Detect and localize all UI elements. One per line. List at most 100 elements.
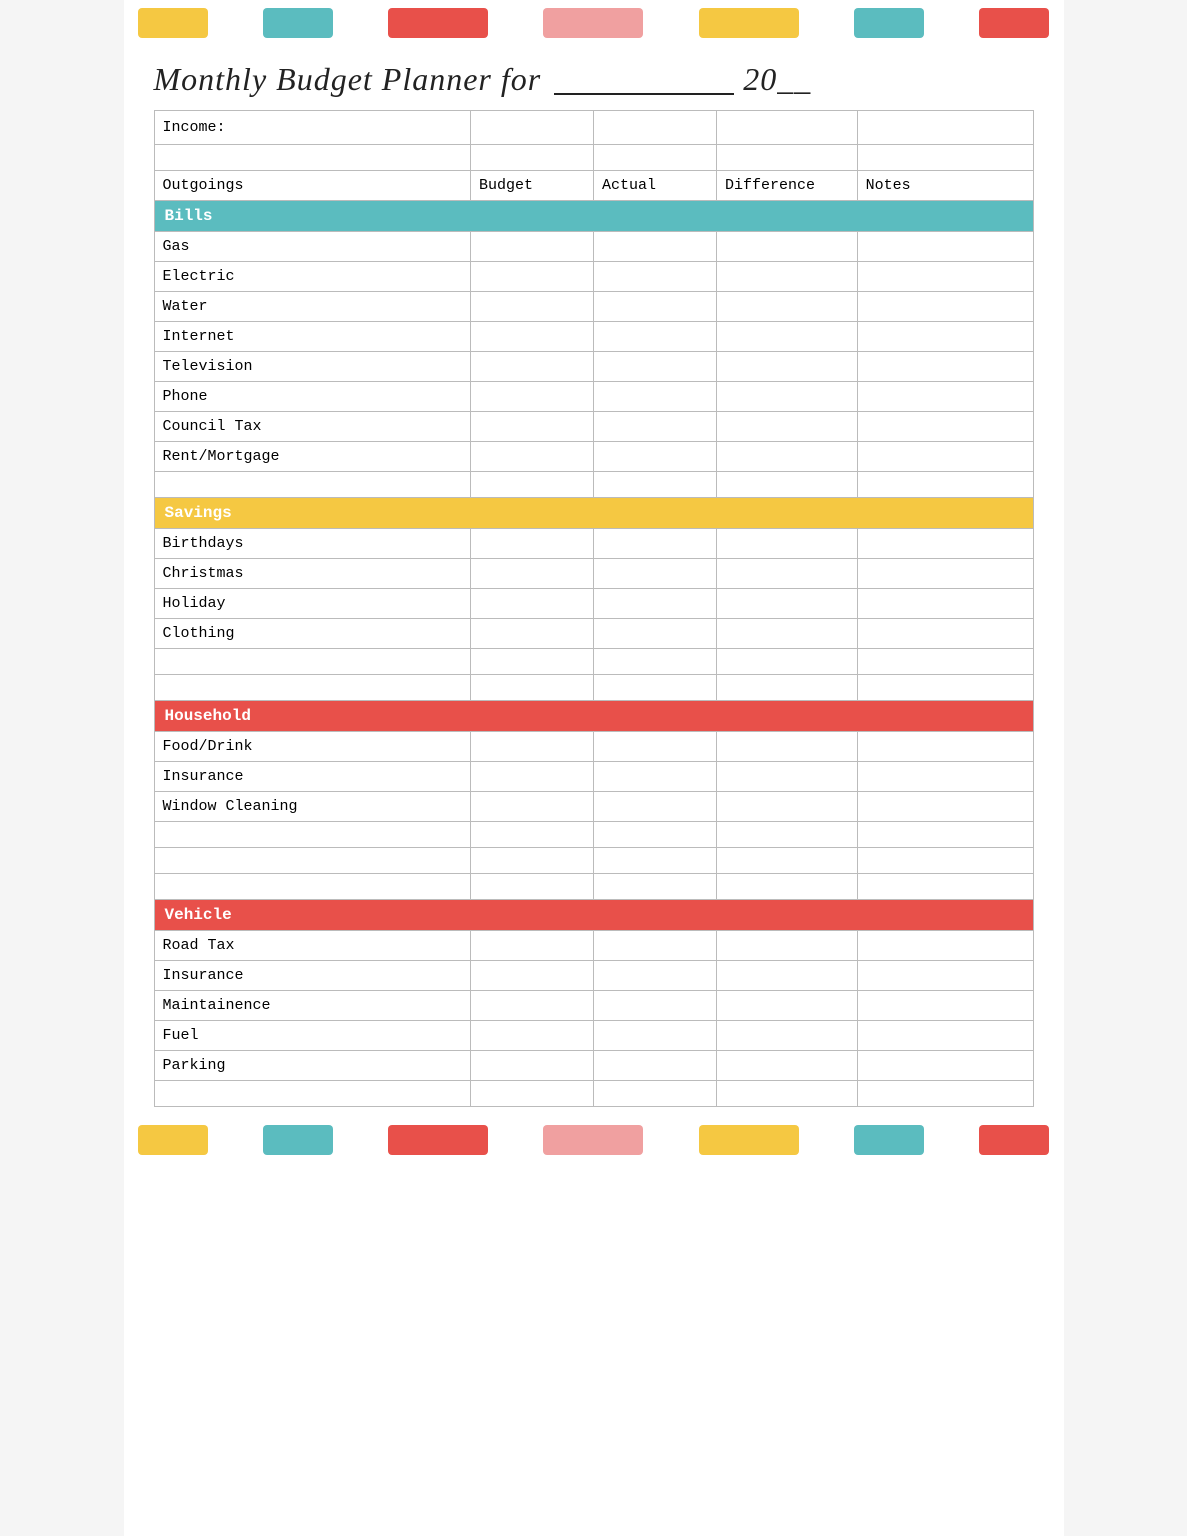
vehicle-insurance-diff[interactable] xyxy=(717,961,858,991)
title-line-blank xyxy=(554,56,734,95)
bills-electric-diff[interactable] xyxy=(717,262,858,292)
household-windows-budget[interactable] xyxy=(470,792,593,822)
vehicle-maintenance-budget[interactable] xyxy=(470,991,593,1021)
column-headers: Outgoings Budget Actual Difference Notes xyxy=(154,171,1033,201)
income-difference[interactable] xyxy=(717,111,858,145)
bills-gas-actual[interactable] xyxy=(594,232,717,262)
bills-gas-budget[interactable] xyxy=(470,232,593,262)
household-windows-diff[interactable] xyxy=(717,792,858,822)
vehicle-fuel-actual[interactable] xyxy=(594,1021,717,1051)
savings-clothing-notes[interactable] xyxy=(857,619,1033,649)
bills-tv-actual[interactable] xyxy=(594,352,717,382)
bills-phone-notes[interactable] xyxy=(857,382,1033,412)
savings-holiday-diff[interactable] xyxy=(717,589,858,619)
bills-gas-notes[interactable] xyxy=(857,232,1033,262)
income-actual[interactable] xyxy=(594,111,717,145)
bills-water-actual[interactable] xyxy=(594,292,717,322)
deco-block-teal-2 xyxy=(854,8,924,38)
household-insurance-actual[interactable] xyxy=(594,762,717,792)
vehicle-parking-label: Parking xyxy=(154,1051,470,1081)
household-food-row: Food/Drink xyxy=(154,732,1033,762)
vehicle-insurance-budget[interactable] xyxy=(470,961,593,991)
bills-internet-notes[interactable] xyxy=(857,322,1033,352)
savings-christmas-actual[interactable] xyxy=(594,559,717,589)
bills-gas-diff[interactable] xyxy=(717,232,858,262)
bills-rent-budget[interactable] xyxy=(470,442,593,472)
vehicle-maintenance-notes[interactable] xyxy=(857,991,1033,1021)
savings-christmas-diff[interactable] xyxy=(717,559,858,589)
bills-council-diff[interactable] xyxy=(717,412,858,442)
vehicle-roadtax-diff[interactable] xyxy=(717,931,858,961)
bills-electric-budget[interactable] xyxy=(470,262,593,292)
household-food-budget[interactable] xyxy=(470,732,593,762)
section-vehicle-header: Vehicle xyxy=(154,900,1033,931)
household-insurance-diff[interactable] xyxy=(717,762,858,792)
household-windows-actual[interactable] xyxy=(594,792,717,822)
savings-birthdays-actual[interactable] xyxy=(594,529,717,559)
vehicle-fuel-notes[interactable] xyxy=(857,1021,1033,1051)
vehicle-fuel-budget[interactable] xyxy=(470,1021,593,1051)
spacer-household-1 xyxy=(154,822,1033,848)
vehicle-parking-budget[interactable] xyxy=(470,1051,593,1081)
bills-gas-label: Gas xyxy=(154,232,470,262)
savings-holiday-actual[interactable] xyxy=(594,589,717,619)
bills-water-budget[interactable] xyxy=(470,292,593,322)
household-insurance-budget[interactable] xyxy=(470,762,593,792)
bills-internet-label: Internet xyxy=(154,322,470,352)
savings-holiday-notes[interactable] xyxy=(857,589,1033,619)
bills-electric-notes[interactable] xyxy=(857,262,1033,292)
vehicle-roadtax-notes[interactable] xyxy=(857,931,1033,961)
bills-water-diff[interactable] xyxy=(717,292,858,322)
bills-phone-diff[interactable] xyxy=(717,382,858,412)
bills-tv-notes[interactable] xyxy=(857,352,1033,382)
vehicle-roadtax-actual[interactable] xyxy=(594,931,717,961)
vehicle-parking-diff[interactable] xyxy=(717,1051,858,1081)
vehicle-roadtax-budget[interactable] xyxy=(470,931,593,961)
bills-tv-diff[interactable] xyxy=(717,352,858,382)
household-food-actual[interactable] xyxy=(594,732,717,762)
savings-christmas-notes[interactable] xyxy=(857,559,1033,589)
spacer-row-1 xyxy=(154,145,1033,171)
savings-holiday-budget[interactable] xyxy=(470,589,593,619)
bills-electric-actual[interactable] xyxy=(594,262,717,292)
bills-council-actual[interactable] xyxy=(594,412,717,442)
vehicle-parking-notes[interactable] xyxy=(857,1051,1033,1081)
bills-internet-budget[interactable] xyxy=(470,322,593,352)
vehicle-parking-actual[interactable] xyxy=(594,1051,717,1081)
savings-clothing-diff[interactable] xyxy=(717,619,858,649)
bills-rent-notes[interactable] xyxy=(857,442,1033,472)
savings-christmas-budget[interactable] xyxy=(470,559,593,589)
bills-phone-budget[interactable] xyxy=(470,382,593,412)
bills-rent-label: Rent/Mortgage xyxy=(154,442,470,472)
income-budget[interactable] xyxy=(470,111,593,145)
household-windows-row: Window Cleaning xyxy=(154,792,1033,822)
bills-tv-budget[interactable] xyxy=(470,352,593,382)
vehicle-maintenance-actual[interactable] xyxy=(594,991,717,1021)
deco-top-row xyxy=(124,0,1064,46)
bills-council-budget[interactable] xyxy=(470,412,593,442)
income-notes[interactable] xyxy=(857,111,1033,145)
household-windows-notes[interactable] xyxy=(857,792,1033,822)
spacer-bills xyxy=(154,472,1033,498)
bills-internet-actual[interactable] xyxy=(594,322,717,352)
bills-rent-actual[interactable] xyxy=(594,442,717,472)
savings-birthdays-diff[interactable] xyxy=(717,529,858,559)
vehicle-maintenance-diff[interactable] xyxy=(717,991,858,1021)
spacer-household-3 xyxy=(154,874,1033,900)
bills-council-notes[interactable] xyxy=(857,412,1033,442)
bills-internet-diff[interactable] xyxy=(717,322,858,352)
household-insurance-notes[interactable] xyxy=(857,762,1033,792)
vehicle-insurance-notes[interactable] xyxy=(857,961,1033,991)
household-food-diff[interactable] xyxy=(717,732,858,762)
savings-clothing-actual[interactable] xyxy=(594,619,717,649)
bills-phone-actual[interactable] xyxy=(594,382,717,412)
vehicle-fuel-diff[interactable] xyxy=(717,1021,858,1051)
savings-clothing-budget[interactable] xyxy=(470,619,593,649)
bills-water-notes[interactable] xyxy=(857,292,1033,322)
vehicle-insurance-actual[interactable] xyxy=(594,961,717,991)
savings-birthdays-notes[interactable] xyxy=(857,529,1033,559)
bills-internet-row: Internet xyxy=(154,322,1033,352)
savings-birthdays-budget[interactable] xyxy=(470,529,593,559)
household-food-notes[interactable] xyxy=(857,732,1033,762)
bills-rent-diff[interactable] xyxy=(717,442,858,472)
